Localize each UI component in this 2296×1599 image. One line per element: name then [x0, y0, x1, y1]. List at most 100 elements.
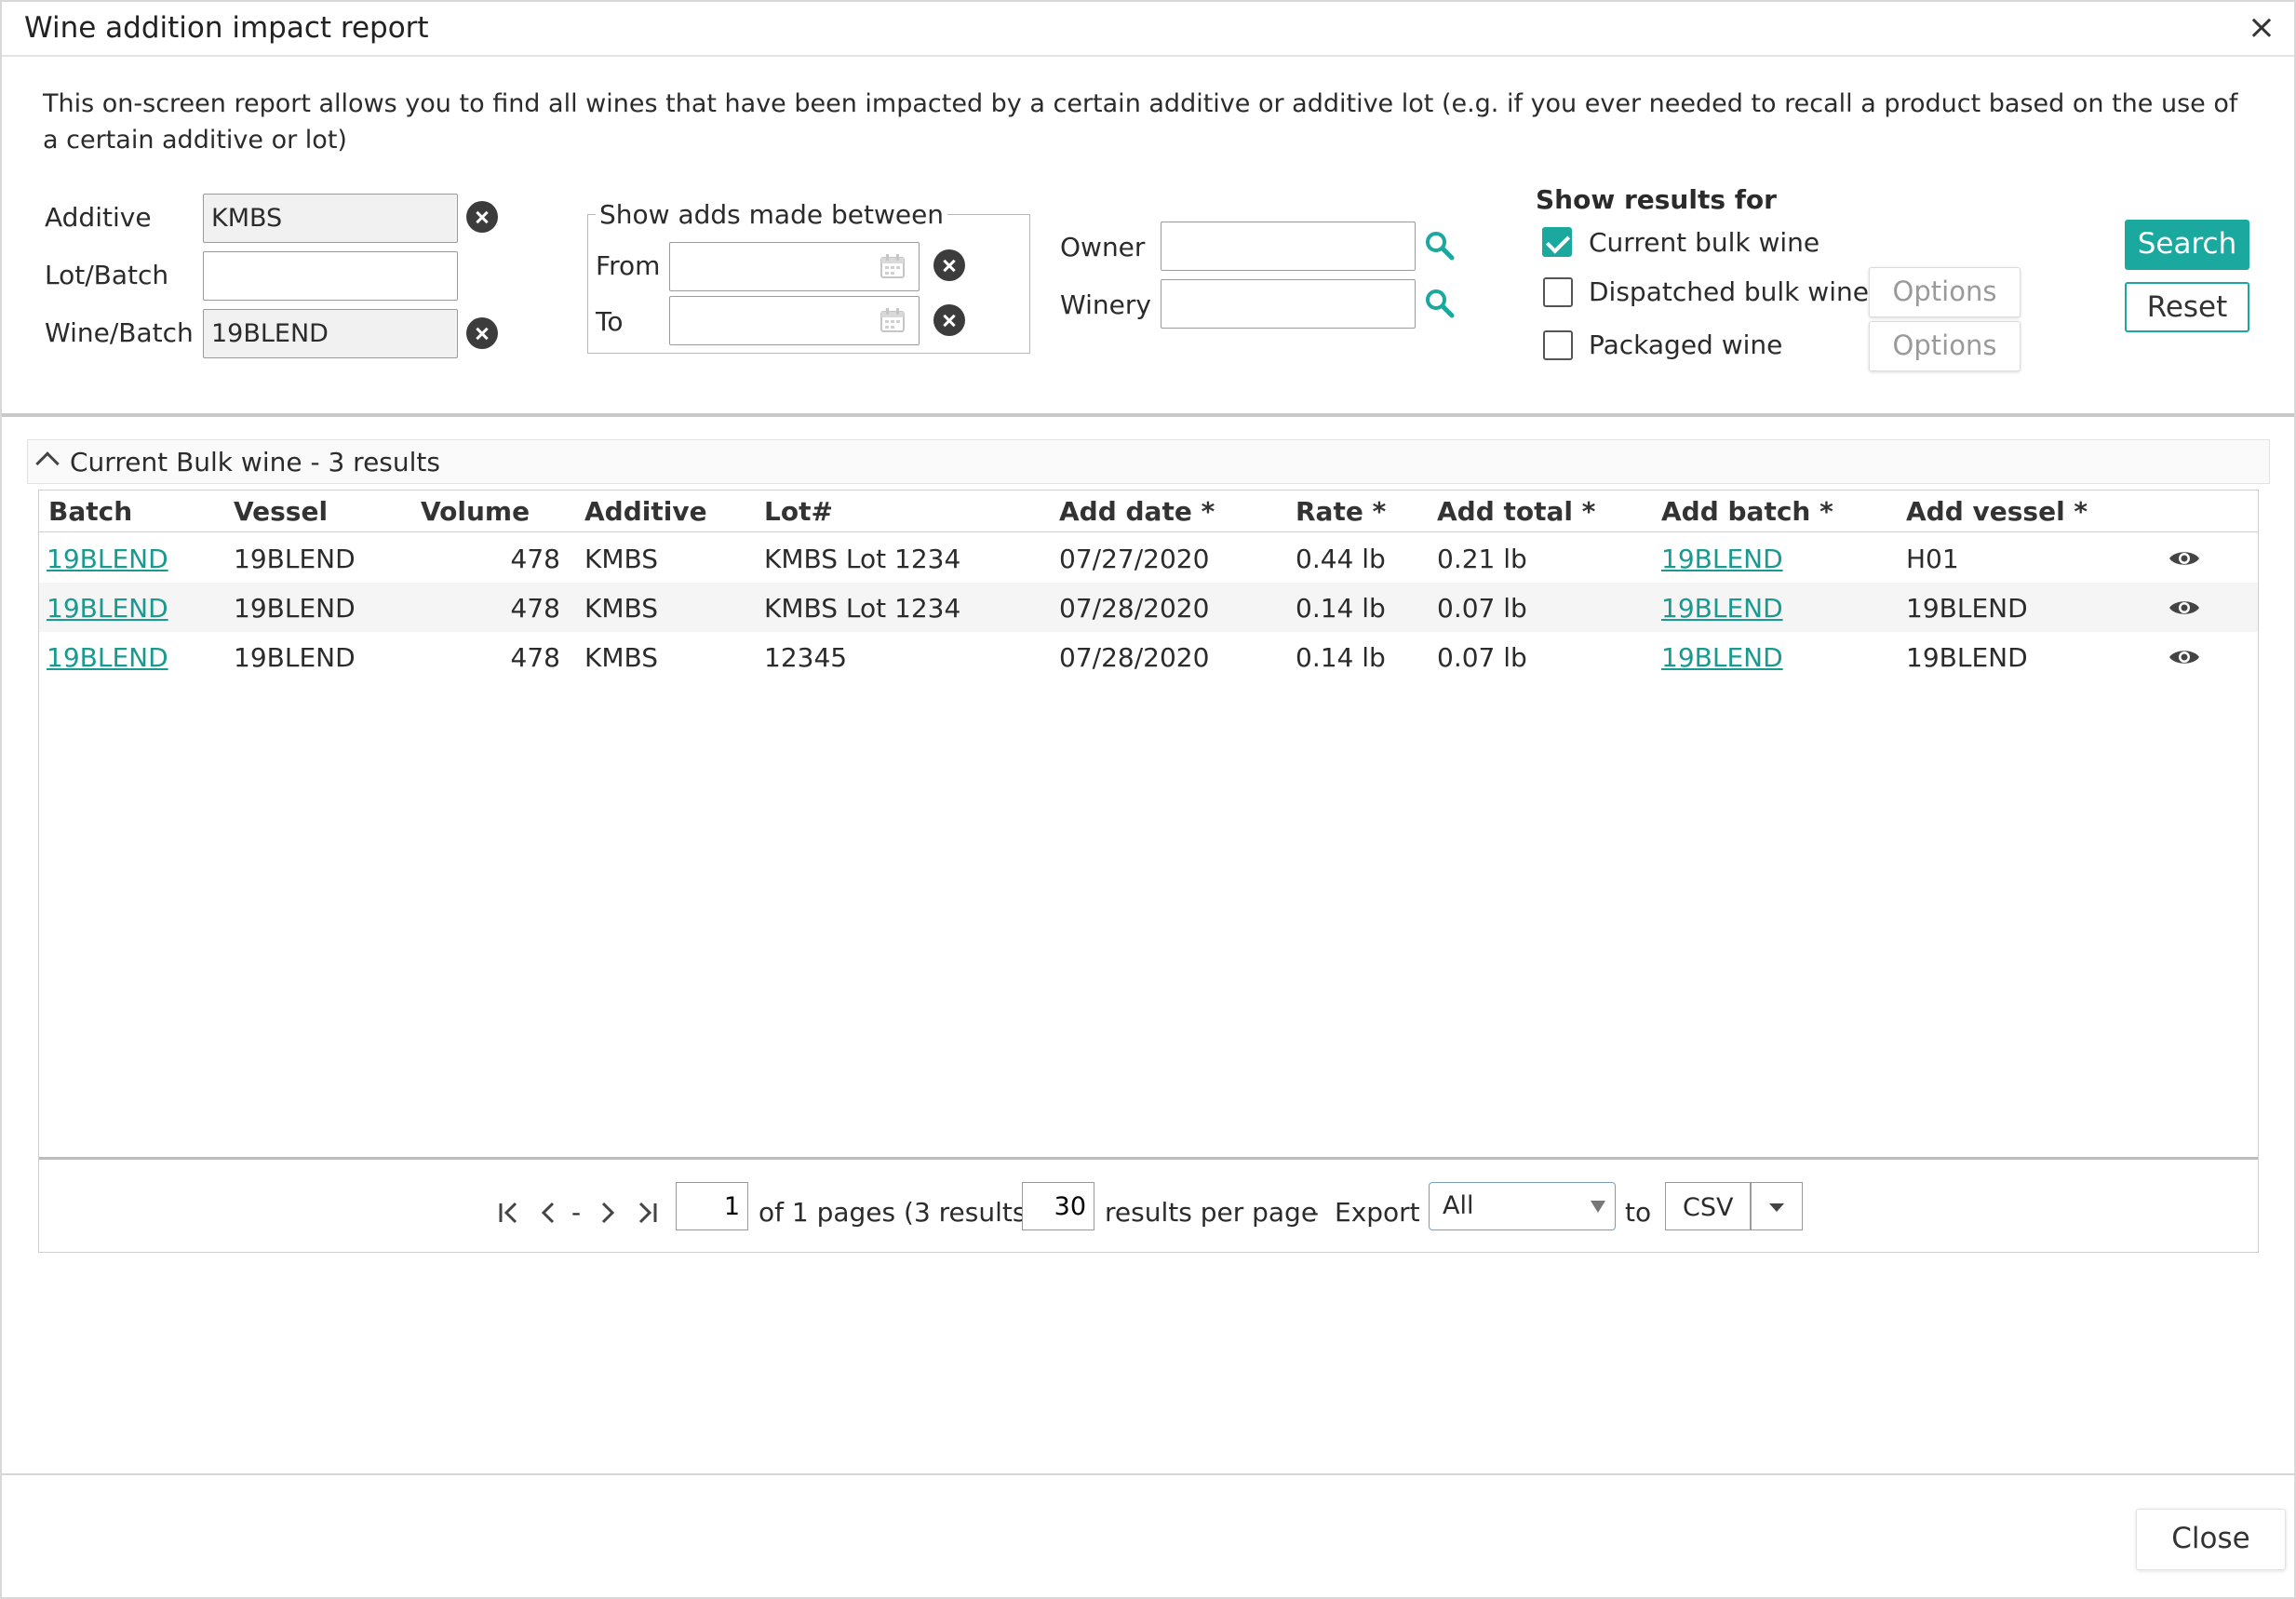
lot-cell: KMBS Lot 1234 [764, 544, 961, 574]
clear-additive-icon[interactable] [466, 201, 498, 233]
winery-search-icon[interactable] [1424, 288, 1456, 319]
export-scope-value: All [1443, 1191, 1474, 1220]
add-batch-link[interactable]: 19BLEND [1661, 593, 1783, 624]
add-date-cell: 07/27/2020 [1059, 544, 1210, 574]
col-add-batch[interactable]: Add batch * [1661, 496, 1833, 527]
volume-cell: 478 [510, 593, 560, 624]
col-lot[interactable]: Lot# [764, 496, 833, 527]
chevron-up-icon [35, 451, 60, 476]
lot-cell: KMBS Lot 1234 [764, 593, 961, 624]
additive-input[interactable] [203, 194, 458, 243]
add-batch-link[interactable]: 19BLEND [1661, 642, 1783, 673]
packaged-options-button[interactable]: Options [1869, 321, 2021, 371]
dispatched-bulk-label: Dispatched bulk wine [1589, 276, 1869, 307]
view-eye-icon[interactable] [2168, 646, 2201, 668]
additive-cell: KMBS [584, 642, 659, 673]
volume-cell: 478 [510, 544, 560, 574]
caret-down-icon[interactable] [1769, 1203, 1784, 1212]
table-row: 19BLEND 19BLEND 478 KMBS KMBS Lot 1234 0… [39, 533, 2258, 583]
from-label: From [596, 250, 661, 281]
col-rate[interactable]: Rate * [1296, 496, 1386, 527]
add-date-cell: 07/28/2020 [1059, 642, 1210, 673]
intro-text: This on-screen report allows you to find… [43, 89, 2238, 155]
add-total-cell: 0.07 lb [1437, 642, 1527, 673]
rate-cell: 0.14 lb [1296, 642, 1386, 673]
pager-separator: - [571, 1197, 582, 1228]
reset-button[interactable]: Reset [2125, 282, 2249, 332]
page-count-text: of 1 pages (3 results). [759, 1197, 1045, 1228]
close-icon[interactable]: × [2248, 11, 2276, 45]
dispatched-bulk-checkbox[interactable] [1543, 277, 1573, 307]
col-add-total[interactable]: Add total * [1437, 496, 1595, 527]
dispatched-options-button[interactable]: Options [1869, 267, 2021, 317]
volume-cell: 478 [510, 642, 560, 673]
winery-label: Winery [1060, 289, 1151, 320]
calendar-icon[interactable] [879, 307, 906, 333]
first-page-icon[interactable] [495, 1199, 523, 1227]
vessel-cell: 19BLEND [234, 544, 356, 574]
col-additive[interactable]: Additive [584, 496, 707, 527]
packaged-checkbox[interactable] [1543, 330, 1573, 360]
last-page-icon[interactable] [633, 1199, 661, 1227]
view-eye-icon[interactable] [2168, 547, 2201, 570]
col-batch[interactable]: Batch [48, 496, 132, 527]
export-scope-select[interactable]: All [1429, 1182, 1616, 1230]
per-page-input[interactable] [1022, 1182, 1094, 1230]
report-dialog: Wine addition impact report × This on-sc… [0, 0, 2296, 1599]
pager: - of 1 pages (3 results). results per pa… [39, 1160, 2258, 1253]
current-bulk-section-header[interactable]: Current Bulk wine - 3 results [27, 439, 2270, 484]
vessel-cell: 19BLEND [234, 593, 356, 624]
owner-search-icon[interactable] [1424, 230, 1456, 262]
page-number-input[interactable] [676, 1182, 748, 1230]
date-range-legend: Show adds made between [596, 199, 948, 230]
col-add-vessel[interactable]: Add vessel * [1906, 496, 2088, 527]
vessel-cell: 19BLEND [234, 642, 356, 673]
next-page-icon[interactable] [593, 1199, 621, 1227]
wine-batch-input[interactable] [203, 309, 458, 358]
caret-down-icon [1591, 1201, 1605, 1213]
export-format-value: CSV [1683, 1193, 1734, 1222]
grid-header-row: Batch Vessel Volume Additive Lot# Add da… [39, 490, 2258, 532]
results-grid: Batch Vessel Volume Additive Lot# Add da… [38, 490, 2259, 1253]
export-label: Export [1335, 1197, 1420, 1228]
col-vessel[interactable]: Vessel [234, 496, 328, 527]
per-page-text: results per page [1105, 1197, 1318, 1228]
clear-wine-batch-icon[interactable] [466, 317, 498, 349]
export-to-label: to [1625, 1197, 1652, 1228]
add-vessel-cell: H01 [1906, 544, 1959, 574]
owner-label: Owner [1060, 232, 1146, 262]
clear-to-date-icon[interactable] [933, 304, 965, 336]
lot-batch-label: Lot/Batch [45, 260, 169, 290]
current-bulk-checkbox[interactable] [1542, 227, 1572, 257]
rate-cell: 0.14 lb [1296, 593, 1386, 624]
add-vessel-cell: 19BLEND [1906, 593, 2028, 624]
col-volume[interactable]: Volume [421, 496, 530, 527]
search-button[interactable]: Search [2125, 220, 2249, 270]
show-results-heading: Show results for [1536, 184, 1777, 215]
batch-link[interactable]: 19BLEND [47, 544, 168, 574]
footer-divider [2, 1473, 2294, 1475]
export-format-select[interactable]: CSV [1665, 1182, 1803, 1230]
clear-from-date-icon[interactable] [933, 249, 965, 281]
additive-cell: KMBS [584, 544, 659, 574]
col-add-date[interactable]: Add date * [1059, 496, 1215, 527]
batch-link[interactable]: 19BLEND [47, 642, 168, 673]
lot-batch-input[interactable] [203, 251, 458, 301]
table-row: 19BLEND 19BLEND 478 KMBS KMBS Lot 1234 0… [39, 583, 2258, 632]
view-eye-icon[interactable] [2168, 597, 2201, 619]
packaged-label: Packaged wine [1589, 329, 1783, 360]
calendar-icon[interactable] [879, 253, 906, 279]
lot-cell: 12345 [764, 642, 848, 673]
batch-link[interactable]: 19BLEND [47, 593, 168, 624]
winery-input[interactable] [1161, 279, 1416, 329]
add-batch-link[interactable]: 19BLEND [1661, 544, 1783, 574]
add-vessel-cell: 19BLEND [1906, 642, 2028, 673]
additive-label: Additive [45, 202, 152, 233]
format-split-divider [1750, 1183, 1752, 1229]
close-button[interactable]: Close [2136, 1509, 2286, 1570]
prev-page-icon[interactable] [535, 1199, 563, 1227]
to-label: To [596, 306, 624, 337]
owner-input[interactable] [1161, 222, 1416, 271]
add-date-cell: 07/28/2020 [1059, 593, 1210, 624]
table-row: 19BLEND 19BLEND 478 KMBS 12345 07/28/202… [39, 632, 2258, 681]
